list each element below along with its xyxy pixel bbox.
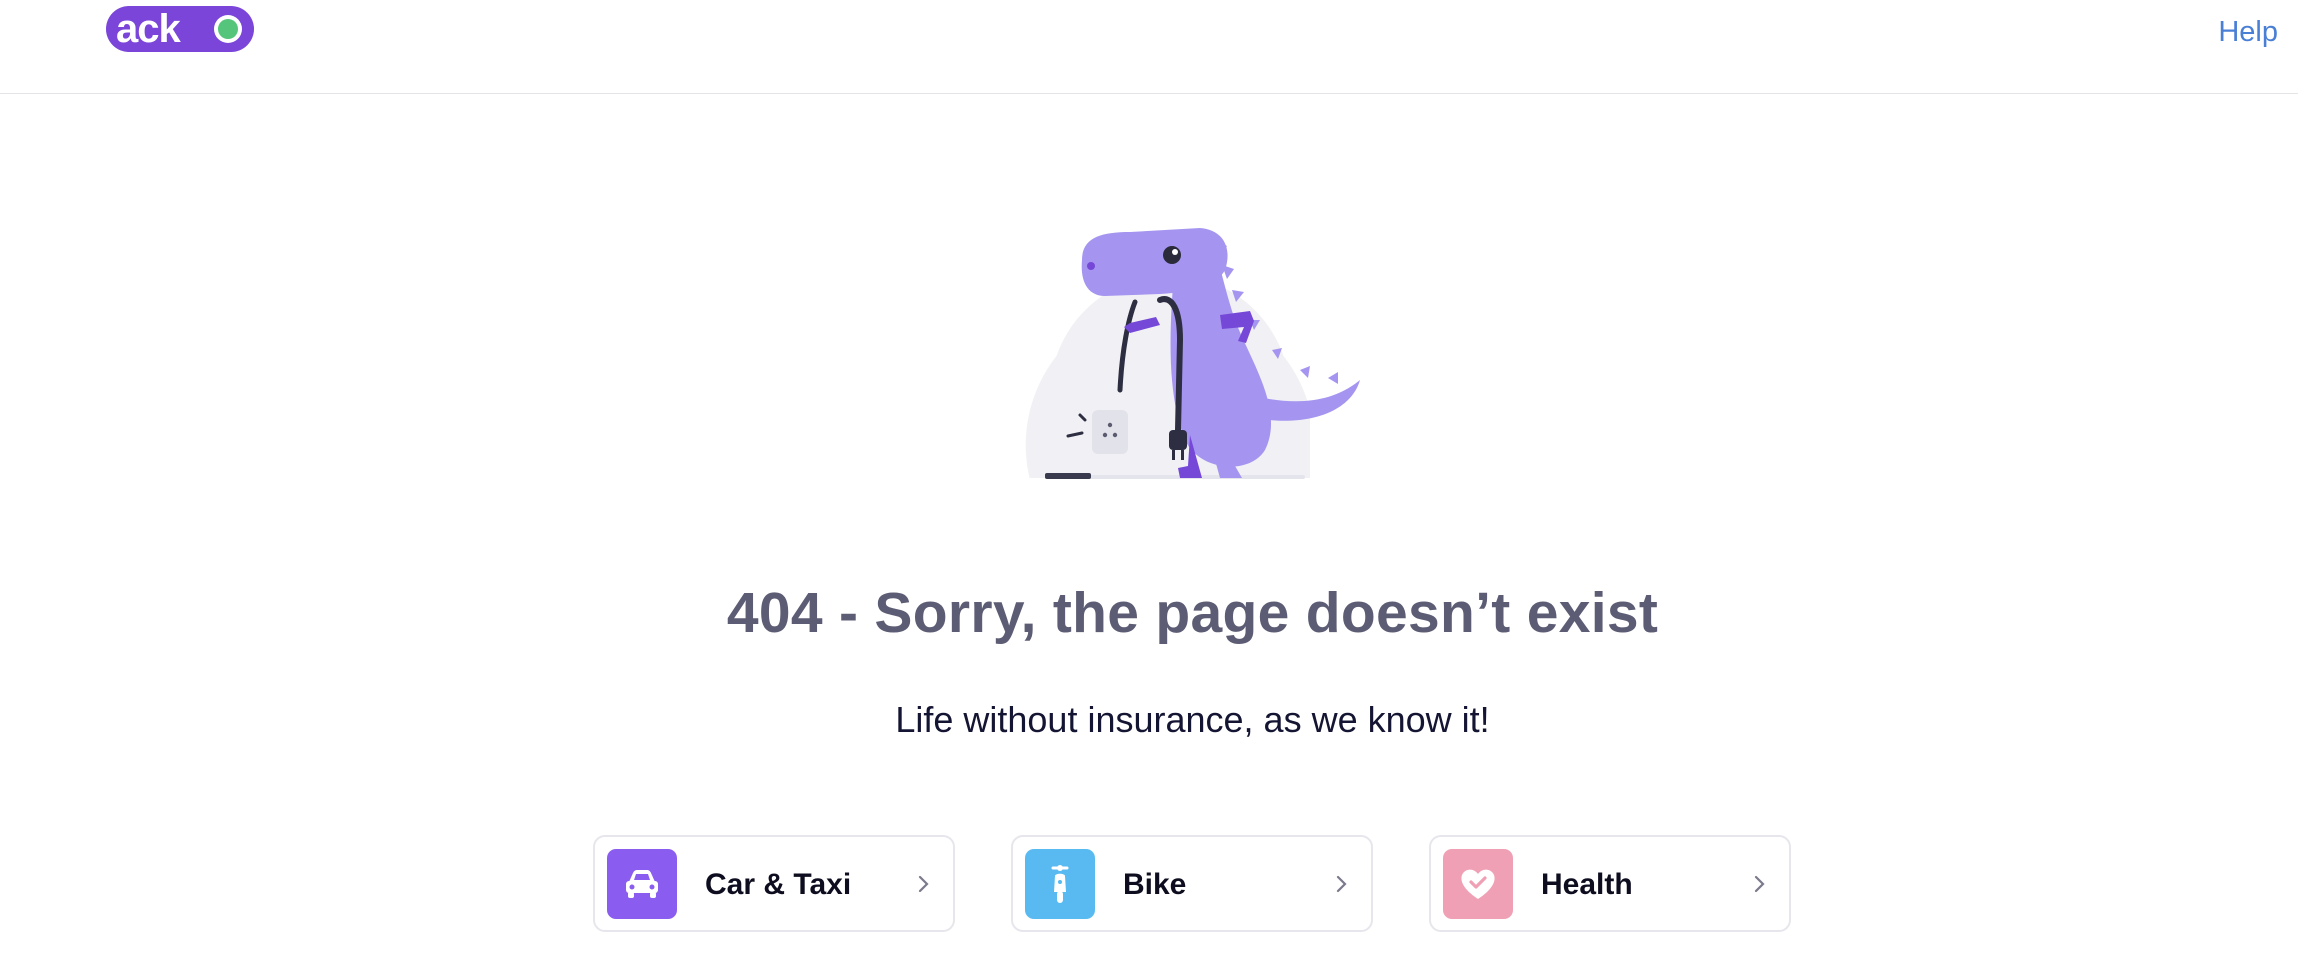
- heart-check-icon: [1443, 849, 1513, 919]
- svg-text:ack: ack: [116, 7, 181, 51]
- car-taxi-label: Car & Taxi: [705, 868, 852, 901]
- acko-logo[interactable]: ack: [104, 4, 256, 54]
- bike-card[interactable]: Bike: [1011, 835, 1373, 932]
- chevron-right-icon: [1336, 875, 1347, 893]
- scooter-icon: [1025, 849, 1095, 919]
- help-link[interactable]: Help: [2218, 16, 2278, 49]
- health-card[interactable]: Health: [1429, 835, 1791, 932]
- dinosaur-unplugged-illustration: [1010, 228, 1390, 495]
- bike-label: Bike: [1123, 868, 1187, 901]
- chevron-right-icon: [1754, 875, 1765, 893]
- car-taxi-card[interactable]: Car & Taxi: [593, 835, 955, 932]
- car-icon: [607, 849, 677, 919]
- health-label: Health: [1541, 868, 1633, 901]
- top-header: ack Help: [0, 0, 2298, 94]
- error-subtitle: Life without insurance, as we know it!: [895, 699, 1490, 740]
- error-title: 404 - Sorry, the page doesn’t exist: [726, 581, 1659, 645]
- chevron-right-icon: [918, 875, 929, 893]
